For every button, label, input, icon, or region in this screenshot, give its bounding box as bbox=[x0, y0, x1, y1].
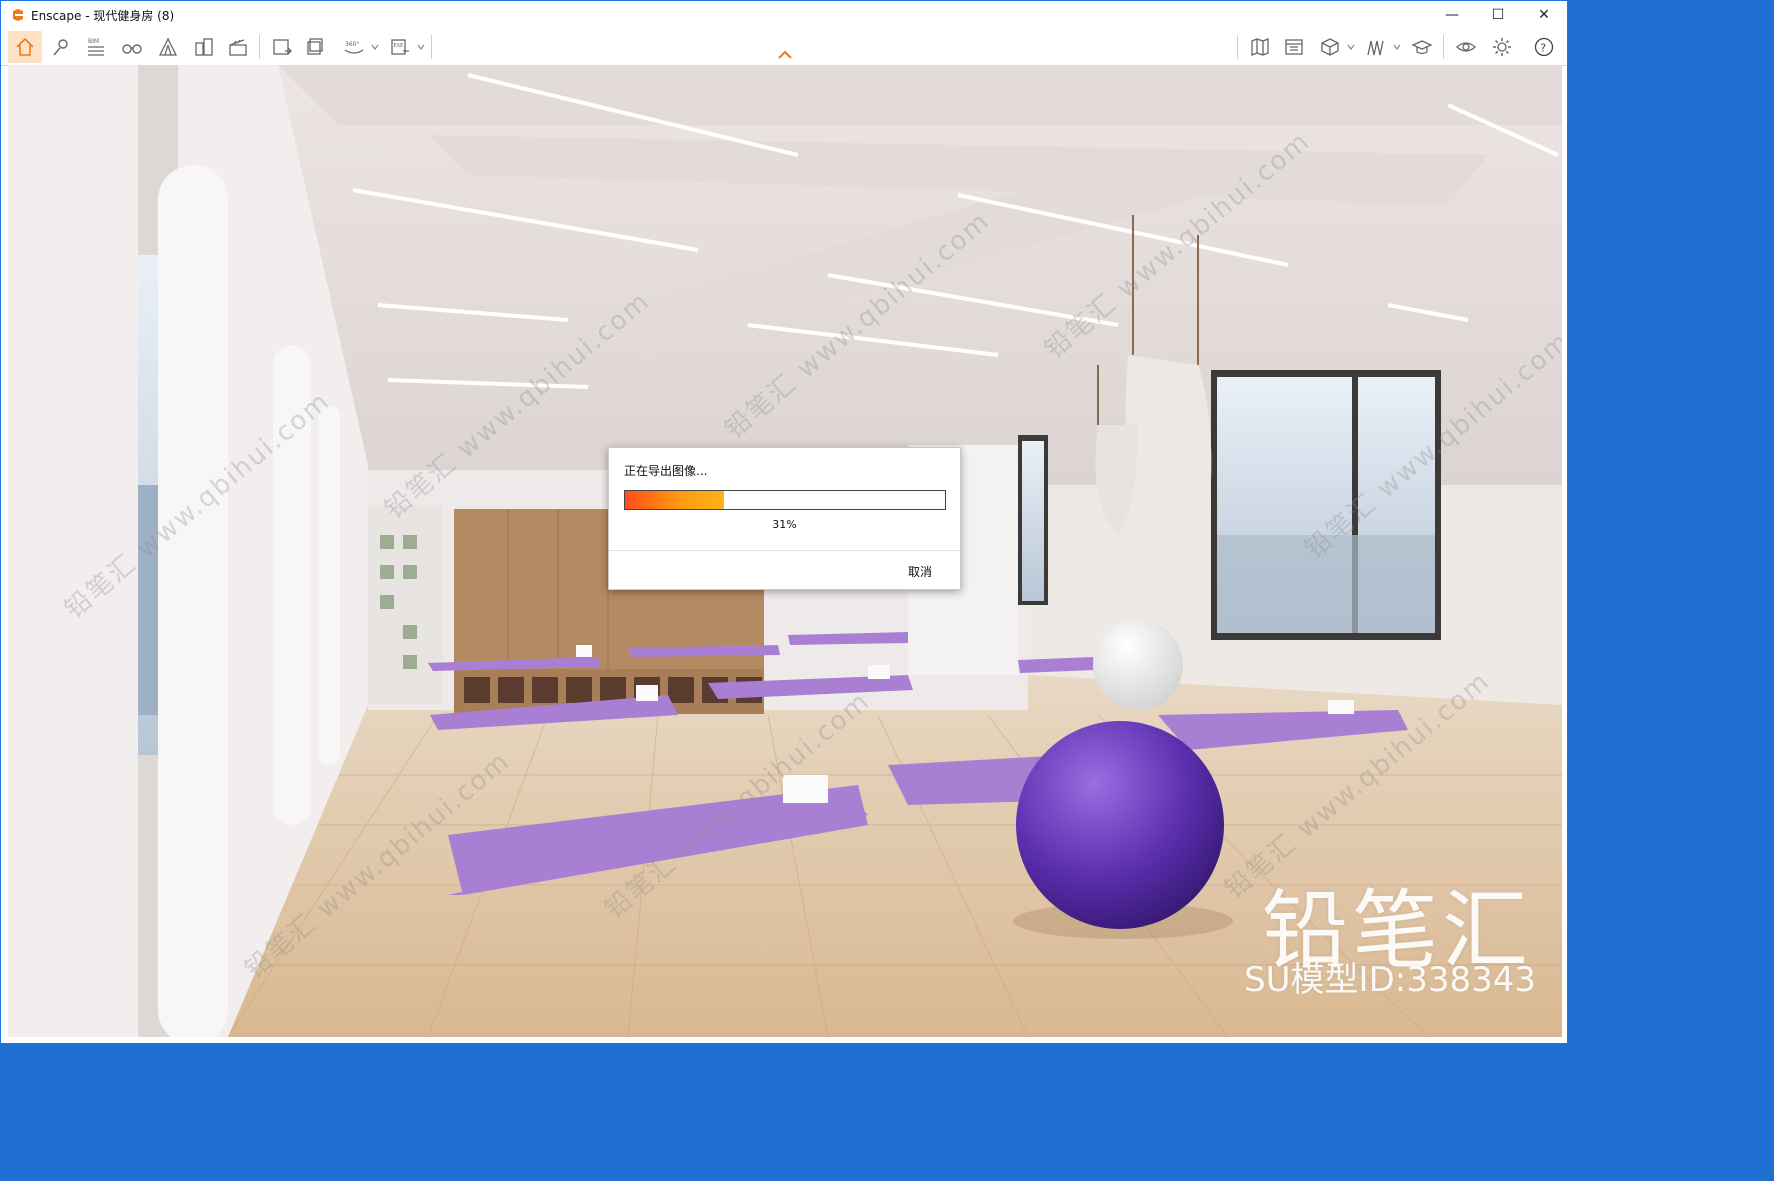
bim-button[interactable]: BIM bbox=[81, 31, 111, 63]
views-button[interactable] bbox=[47, 31, 75, 63]
map-button[interactable] bbox=[1245, 31, 1275, 63]
chevron-down-icon[interactable] bbox=[417, 43, 425, 51]
batch-export-icon bbox=[307, 38, 323, 55]
home-button[interactable] bbox=[8, 31, 42, 63]
map-icon bbox=[1251, 38, 1269, 56]
title-bar[interactable]: Enscape - 现代健身房 (8) — ☐ ✕ bbox=[1, 1, 1567, 29]
panorama-360-icon: 360° bbox=[344, 41, 364, 54]
graduation-cap-icon bbox=[1411, 40, 1433, 55]
atmosphere-icon bbox=[1367, 40, 1384, 56]
close-icon: ✕ bbox=[1538, 7, 1550, 23]
clapperboard-icon bbox=[229, 39, 247, 56]
toolbar-divider bbox=[431, 35, 432, 59]
learn-button[interactable] bbox=[1407, 31, 1437, 63]
export-progress-bar bbox=[624, 490, 946, 510]
cancel-button[interactable]: 取消 bbox=[908, 563, 932, 580]
help-button[interactable]: ? bbox=[1529, 31, 1559, 63]
panorama-button[interactable]: 360° bbox=[337, 31, 371, 63]
screenshot-export-icon bbox=[273, 39, 292, 55]
cube-view-button[interactable] bbox=[1315, 31, 1345, 63]
progress-fill bbox=[625, 491, 725, 509]
binoculars-icon bbox=[122, 44, 142, 54]
settings-button[interactable] bbox=[1487, 31, 1517, 63]
app-window: Enscape - 现代健身房 (8) — ☐ ✕ BIM 360° EXE ?… bbox=[0, 0, 1568, 1044]
model-id-watermark: SU模型ID:338343 bbox=[1244, 960, 1536, 1000]
gear-icon bbox=[1493, 38, 1511, 56]
toolbar-divider bbox=[259, 35, 260, 59]
svg-text:?: ? bbox=[1540, 41, 1546, 54]
dialog-title: 正在导出图像... bbox=[624, 464, 708, 478]
asset-library-button[interactable] bbox=[1279, 31, 1309, 63]
close-button[interactable]: ✕ bbox=[1521, 1, 1567, 29]
maximize-icon: ☐ bbox=[1491, 7, 1505, 23]
help-icon: ? bbox=[1534, 37, 1554, 57]
chevron-down-icon[interactable] bbox=[371, 43, 379, 51]
binoculars-button[interactable] bbox=[117, 31, 147, 63]
maximize-button[interactable]: ☐ bbox=[1475, 1, 1521, 29]
enscape-logo-icon bbox=[13, 9, 23, 21]
buildings-icon bbox=[195, 38, 213, 56]
chevron-down-icon[interactable] bbox=[1347, 43, 1355, 51]
tent-button[interactable] bbox=[153, 31, 183, 63]
toolbar-divider bbox=[1237, 35, 1238, 59]
video-editor-button[interactable] bbox=[223, 31, 253, 63]
location-pin-icon bbox=[53, 39, 68, 56]
minimize-button[interactable]: — bbox=[1429, 1, 1475, 29]
exe-export-icon: EXE bbox=[391, 39, 409, 55]
screenshot-button[interactable] bbox=[267, 31, 297, 63]
batch-render-button[interactable] bbox=[301, 31, 331, 63]
dialog-divider bbox=[609, 550, 960, 551]
asset-library-icon bbox=[1285, 39, 1303, 55]
progress-percent: 31% bbox=[772, 518, 797, 531]
export-progress-dialog: 正在导出图像... 31% 取消 bbox=[608, 447, 961, 590]
bim-icon: BIM bbox=[88, 38, 104, 56]
eye-icon bbox=[1456, 42, 1476, 52]
minimize-icon: — bbox=[1445, 7, 1459, 23]
tent-icon bbox=[158, 37, 178, 56]
exe-export-button[interactable]: EXE bbox=[385, 31, 415, 63]
toolbar-divider bbox=[1443, 35, 1444, 59]
svg-text:BIM: BIM bbox=[88, 38, 99, 45]
window-title: Enscape - 现代健身房 (8) bbox=[31, 8, 175, 23]
chevron-down-icon[interactable] bbox=[1393, 43, 1401, 51]
buildings-button[interactable] bbox=[189, 31, 219, 63]
visual-settings-button[interactable] bbox=[1451, 31, 1481, 63]
window-controls: — ☐ ✕ bbox=[1429, 1, 1567, 29]
svg-text:EXE: EXE bbox=[394, 43, 404, 49]
home-icon bbox=[16, 37, 34, 56]
collapse-toolbar-chevron-icon[interactable] bbox=[776, 49, 794, 61]
atmosphere-button[interactable] bbox=[1361, 31, 1391, 63]
svg-text:360°: 360° bbox=[345, 41, 359, 48]
cube-view-icon bbox=[1321, 38, 1339, 56]
